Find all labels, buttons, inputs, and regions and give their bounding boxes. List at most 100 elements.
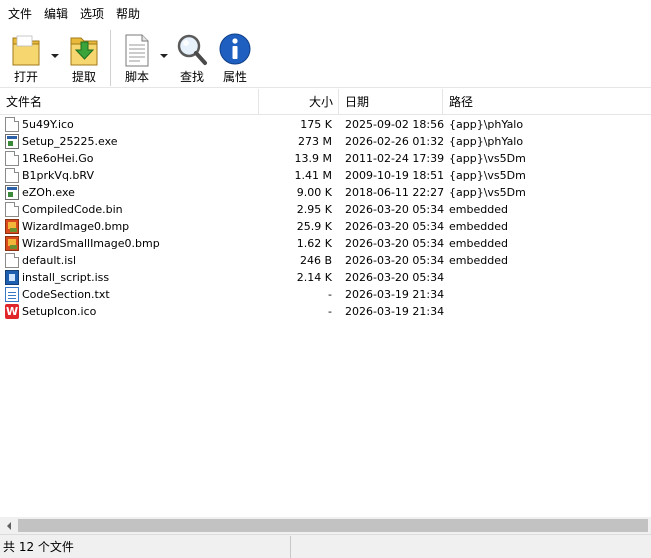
- open-label: 打开: [13, 70, 38, 84]
- file-name: eZOh.exe: [22, 186, 75, 199]
- file-name: install_script.iss: [22, 271, 110, 284]
- extract-button[interactable]: 提取: [62, 28, 106, 88]
- column-header-date[interactable]: 日期: [339, 89, 443, 114]
- toolbar: 打开 提取 脚本 查找 属性: [0, 28, 651, 88]
- file-date: 2009-10-19 18:51: [345, 169, 445, 182]
- status-file-count: 共 12 个文件: [0, 535, 291, 558]
- file-name: CompiledCode.bin: [22, 203, 123, 216]
- file-rows: 5u49Y.ico 175 K 2025-09-02 18:56 {app}\phYa…: [0, 116, 651, 320]
- file-date: 2026-03-20 05:34: [345, 203, 445, 216]
- file-name: SetupIcon.ico: [22, 305, 97, 318]
- table-row[interactable]: default.isl 246 B 2026-03-20 05:34 embedded: [0, 252, 651, 269]
- script-button[interactable]: 脚本: [117, 28, 157, 88]
- file-date: 2025-09-02 18:56: [345, 118, 445, 131]
- table-row[interactable]: Setup_25225.exe 273 M 2026-02-26 01:32 {app…: [0, 133, 651, 150]
- file-size: -: [328, 305, 332, 318]
- horizontal-scrollbar[interactable]: [0, 517, 651, 534]
- file-size: 13.9 M: [294, 152, 332, 165]
- table-row[interactable]: CompiledCode.bin 2.95 K 2026-03-20 05:34 em…: [0, 201, 651, 218]
- file-name: 1Re6oHei.Go: [22, 152, 94, 165]
- script-label: 脚本: [124, 70, 149, 84]
- file-path: {app}\phYalo: [449, 118, 524, 131]
- bmp-file-icon: [5, 236, 19, 251]
- magnifier-icon: [175, 32, 209, 68]
- open-dropdown-arrow[interactable]: [48, 28, 62, 88]
- file-size: 175 K: [300, 118, 332, 131]
- exe-file-icon: [5, 134, 19, 149]
- file-name-cell: 5u49Y.ico: [0, 117, 259, 132]
- doc-file-icon: [5, 202, 19, 217]
- doc-file-icon: [5, 151, 19, 166]
- chevron-down-icon: [51, 54, 59, 58]
- bmp-file-icon: [5, 219, 19, 234]
- file-path: {app}\vs5Dm: [449, 152, 526, 165]
- folder-open-icon: [9, 32, 43, 68]
- menu-help[interactable]: 帮助: [110, 0, 146, 28]
- table-row[interactable]: 5u49Y.ico 175 K 2025-09-02 18:56 {app}\phYa…: [0, 116, 651, 133]
- table-row[interactable]: CodeSection.txt -2026-03-19 21:34: [0, 286, 651, 303]
- file-name-cell: Setup_25225.exe: [0, 134, 259, 149]
- file-name: B1prkVq.bRV: [22, 169, 94, 182]
- file-path: {app}\vs5Dm: [449, 186, 526, 199]
- scrollbar-thumb[interactable]: [18, 519, 648, 532]
- column-header-path[interactable]: 路径: [443, 89, 651, 114]
- file-name-cell: CodeSection.txt: [0, 287, 259, 302]
- file-size: 1.62 K: [296, 237, 332, 250]
- table-row[interactable]: install_script.iss 2.14 K 2026-03-20 05:34: [0, 269, 651, 286]
- file-size: 25.9 K: [296, 220, 332, 233]
- file-name: 5u49Y.ico: [22, 118, 74, 131]
- file-name-cell: 1Re6oHei.Go: [0, 151, 259, 166]
- file-size: 273 M: [298, 135, 332, 148]
- file-name-cell: WizardSmallImage0.bmp: [0, 236, 259, 251]
- doc-file-icon: [5, 168, 19, 183]
- file-date: 2026-03-20 05:34: [345, 271, 445, 284]
- file-path: embedded: [449, 203, 508, 216]
- extract-folder-icon: [67, 32, 101, 68]
- menu-bar: 文件 编辑 选项 帮助: [0, 0, 651, 28]
- column-header-name[interactable]: 文件名: [0, 89, 259, 114]
- column-header-size[interactable]: 大小: [259, 89, 339, 114]
- file-name-cell: CompiledCode.bin: [0, 202, 259, 217]
- menu-options[interactable]: 选项: [74, 0, 110, 28]
- file-size: 1.41 M: [294, 169, 332, 182]
- properties-button[interactable]: 属性: [213, 28, 257, 88]
- file-name-cell: WizardImage0.bmp: [0, 219, 259, 234]
- open-button[interactable]: 打开: [4, 28, 48, 88]
- file-date: 2026-03-19 21:34: [345, 288, 445, 301]
- scroll-left-button[interactable]: [0, 517, 17, 534]
- arrow-left-icon: [6, 521, 11, 530]
- table-row[interactable]: B1prkVq.bRV 1.41 M 2009-10-19 18:51 {app}\v…: [0, 167, 651, 184]
- file-date: 2011-02-24 17:39: [345, 152, 445, 165]
- file-name: default.isl: [22, 254, 77, 267]
- find-button[interactable]: 查找: [171, 28, 213, 88]
- table-row[interactable]: eZOh.exe 9.00 K 2018-06-11 22:27 {app}\vs5D…: [0, 184, 651, 201]
- menu-file[interactable]: 文件: [2, 0, 38, 28]
- file-path: embedded: [449, 237, 508, 250]
- file-name-cell: default.isl: [0, 253, 259, 268]
- file-date: 2026-03-20 05:34: [345, 254, 445, 267]
- properties-label: 属性: [222, 70, 247, 84]
- file-path: embedded: [449, 220, 508, 233]
- script-dropdown-arrow[interactable]: [157, 28, 171, 88]
- file-name-cell: eZOh.exe: [0, 185, 259, 200]
- file-name-cell: install_script.iss: [0, 270, 259, 285]
- file-date: 2026-03-20 05:34: [345, 237, 445, 250]
- table-row[interactable]: WizardSmallImage0.bmp 1.62 K 2026-03-20 05…: [0, 235, 651, 252]
- table-row[interactable]: WizardImage0.bmp 25.9 K 2026-03-20 05:34 em…: [0, 218, 651, 235]
- table-row[interactable]: SetupIcon.ico -2026-03-19 21:34: [0, 303, 651, 320]
- table-row[interactable]: 1Re6oHei.Go 13.9 M 2011-02-24 17:39 {app}\v…: [0, 150, 651, 167]
- file-path: {app}\phYalo: [449, 135, 524, 148]
- status-bar: 共 12 个文件: [0, 534, 651, 558]
- file-name: CodeSection.txt: [22, 288, 110, 301]
- file-name: WizardImage0.bmp: [22, 220, 130, 233]
- menu-edit[interactable]: 编辑: [38, 0, 74, 28]
- file-size: 2.14 K: [296, 271, 332, 284]
- file-size: 2.95 K: [296, 203, 332, 216]
- file-size: -: [328, 288, 332, 301]
- file-date: 2026-03-19 21:34: [345, 305, 445, 318]
- info-icon: [218, 32, 252, 68]
- toolbar-separator: [110, 30, 111, 86]
- iss-file-icon: [5, 270, 19, 285]
- file-path: embedded: [449, 254, 508, 267]
- chevron-down-icon: [160, 54, 168, 58]
